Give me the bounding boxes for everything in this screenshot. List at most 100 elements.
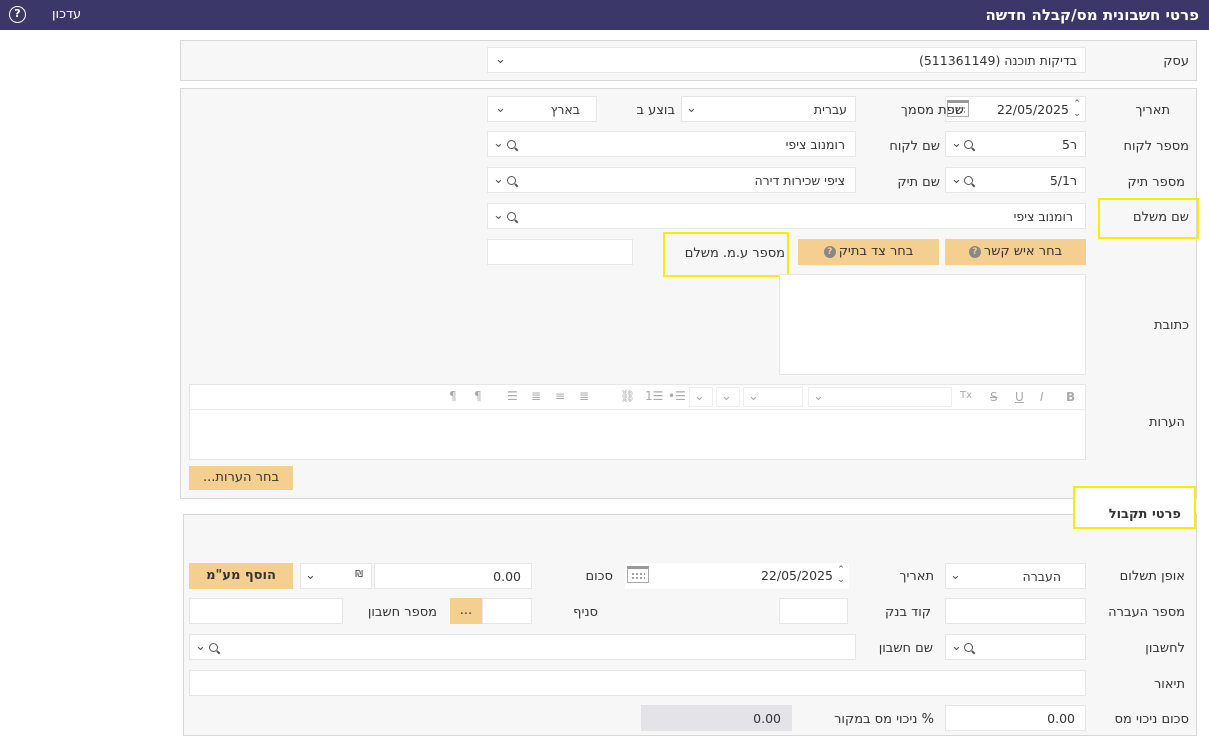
doc-language-select[interactable]: עברית ⌄ [681, 96, 856, 122]
search-icon[interactable] [964, 643, 974, 653]
add-vat-button[interactable]: הוסף מע"מ [189, 563, 293, 589]
search-icon[interactable] [964, 140, 974, 150]
align-left-icon[interactable]: ≣ [531, 389, 541, 403]
payer-vat-input[interactable] [487, 239, 633, 265]
chevron-down-icon: ⌄ [813, 389, 824, 404]
chevron-down-icon: ⌄ [305, 568, 316, 583]
address-label: כתובת [1153, 318, 1189, 333]
performed-in-value: בארץ [550, 102, 580, 117]
withholding-percent-label: % ניכוי מס במקור [834, 712, 934, 727]
choose-contact-label: בחר איש קשר [983, 244, 1063, 259]
clear-format-button[interactable]: Tx [960, 390, 972, 401]
strike-button[interactable]: S [990, 390, 998, 404]
date-spinner-icon[interactable]: ⌃ ⌄ [836, 565, 846, 585]
branch-lookup-button[interactable]: ... [450, 598, 482, 624]
file-number-value: ר5/1 [1049, 173, 1077, 188]
to-account-label: לחשבון [1145, 641, 1185, 656]
choose-contact-button[interactable]: בחר איש קשר? [945, 239, 1086, 265]
search-icon[interactable] [209, 643, 219, 653]
font-family-select[interactable]: ⌄ [743, 387, 803, 407]
italic-button[interactable]: I [1040, 390, 1044, 404]
receipt-panel [183, 514, 1197, 736]
date-label: תאריך [1135, 103, 1170, 118]
chevron-down-icon: ⌄ [686, 101, 697, 116]
amount-value: 0.00 [493, 569, 521, 584]
bullet-list-icon[interactable]: •☰ [668, 389, 686, 403]
chevron-down-icon: ⌄ [951, 136, 962, 151]
page-title: פרטי חשבונית מס/קבלה חדשה [985, 6, 1199, 24]
color-select[interactable]: ⌄ [689, 387, 713, 407]
help-icon[interactable]: ? [9, 6, 26, 23]
receipt-date-input[interactable]: 22/05/2025 ⌃ ⌄ [625, 563, 849, 589]
branch-input[interactable] [482, 598, 532, 624]
align-center-icon[interactable]: ≡ [555, 389, 565, 403]
bold-button[interactable]: B [1066, 390, 1075, 404]
account-name-label: שם חשבון [878, 641, 933, 656]
client-name-label: שם לקוח [889, 139, 940, 154]
performed-in-label: בוצע ב [636, 103, 675, 118]
search-icon[interactable] [964, 176, 974, 186]
client-name-value: רומנוב ציפי [785, 137, 845, 152]
link-icon[interactable]: ⛓ [620, 389, 635, 403]
address-textarea[interactable] [779, 274, 1086, 375]
branch-lookup-label: ... [459, 603, 473, 618]
choose-notes-button[interactable]: בחר הערות... [189, 466, 293, 490]
chevron-down-icon: ⌄ [495, 101, 506, 116]
file-name-input[interactable]: ציפי שכירות דירה ⌄ [487, 167, 856, 193]
notes-textarea[interactable] [189, 410, 1086, 460]
bank-code-input[interactable] [779, 598, 848, 624]
help-icon: ? [968, 246, 981, 258]
payer-name-input[interactable]: רומנוב ציפי ⌄ [487, 203, 1086, 229]
heading-select[interactable]: ⌄ [716, 387, 740, 407]
to-account-input[interactable]: ⌄ [945, 634, 1086, 660]
client-number-input[interactable]: ר5 ⌄ [945, 131, 1086, 157]
date-spinner-icon[interactable]: ⌃ ⌄ [1072, 99, 1082, 119]
description-label: תיאור [1153, 677, 1185, 692]
account-number-label: מספר חשבון [367, 605, 437, 620]
chevron-down-icon: ⌄ [950, 568, 961, 583]
justify-icon[interactable]: ☰ [507, 389, 518, 403]
search-icon[interactable] [507, 140, 517, 150]
search-icon[interactable] [507, 212, 517, 222]
chevron-down-icon: ⌄ [493, 172, 504, 187]
numbered-list-icon[interactable]: 1☰ [645, 389, 663, 403]
withholding-amount-input[interactable]: 0.00 [945, 705, 1086, 731]
transfer-number-input[interactable] [945, 598, 1086, 624]
file-name-value: ציפי שכירות דירה [754, 173, 845, 188]
ltr-icon[interactable]: ¶ [449, 389, 457, 403]
search-icon[interactable] [507, 176, 517, 186]
amount-input[interactable]: 0.00 [374, 563, 532, 589]
date-value: 22/05/2025 [996, 102, 1069, 117]
chevron-down-icon: ⌄ [748, 389, 759, 404]
receipt-date-label: תאריך [899, 569, 934, 584]
choose-notes-label: בחר הערות... [203, 470, 279, 485]
underline-button[interactable]: U [1015, 390, 1024, 404]
business-label: עסק [1163, 54, 1189, 69]
currency-select[interactable]: ₪ ⌄ [300, 563, 372, 589]
payer-vat-label: מספר ע.מ. משלם [684, 246, 785, 261]
account-number-input[interactable] [189, 598, 343, 624]
doc-language-label: שפת מסמך [900, 103, 964, 118]
update-button[interactable]: עדכון [52, 7, 81, 22]
client-number-value: ר5 [1061, 137, 1077, 152]
file-number-input[interactable]: ר5/1 ⌄ [945, 167, 1086, 193]
align-right-icon[interactable]: ≣ [579, 389, 589, 403]
rtl-icon[interactable]: ¶ [474, 389, 482, 403]
account-name-input[interactable]: ⌄ [189, 634, 856, 660]
payment-method-value: העברה [1022, 569, 1061, 584]
description-input[interactable] [189, 670, 1086, 696]
performed-in-select[interactable]: בארץ ⌄ [487, 96, 597, 122]
chevron-down-icon: ⌄ [951, 639, 962, 654]
font-size-select[interactable]: ⌄ [808, 387, 952, 407]
client-name-input[interactable]: רומנוב ציפי ⌄ [487, 131, 856, 157]
choose-side-button[interactable]: בחר צד בתיק? [798, 239, 939, 265]
chevron-down-icon: ⌄ [495, 52, 506, 67]
branch-label: סניף [573, 605, 598, 620]
calendar-icon[interactable] [627, 566, 649, 583]
payer-name-label: שם משלם [1132, 210, 1189, 225]
doc-language-value: עברית [813, 102, 847, 117]
bank-code-label: קוד בנק [885, 605, 931, 620]
chevron-down-icon: ⌄ [493, 208, 504, 223]
business-select[interactable]: בדיקות תוכנה (511361149) ⌄ [487, 47, 1086, 73]
payment-method-select[interactable]: העברה ⌄ [945, 563, 1086, 589]
